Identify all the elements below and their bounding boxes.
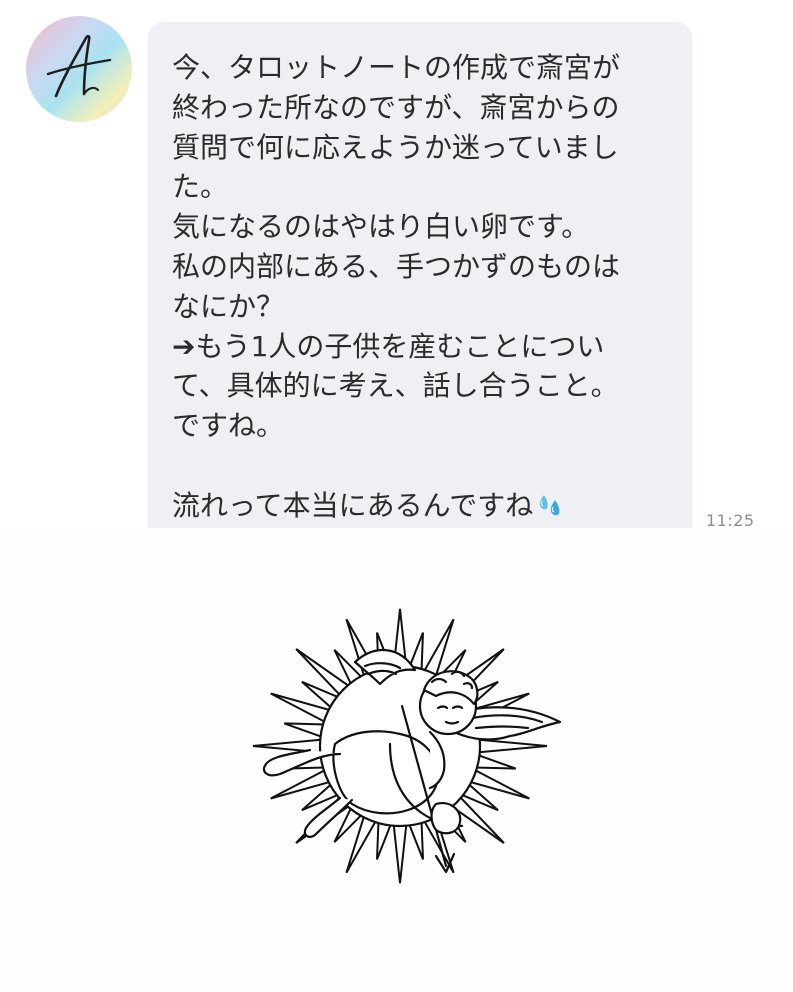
message-bubble[interactable]: 今、タロットノートの作成で斎宮が 終わった所なのですが、斎宮からの 質問で何に応… xyxy=(148,22,692,528)
message-line: 終わった所なのですが、斎宮からの xyxy=(172,90,620,124)
message-line: ➔もう1人の子供を産むことについ xyxy=(172,329,605,363)
message-line: 気になるのはやはり白い卵です。 xyxy=(172,210,590,244)
message-line: て、具体的に考え、話し合うこと。 xyxy=(172,369,619,403)
message-timestamp: 11:25 xyxy=(706,511,755,528)
sunburst-ray xyxy=(407,819,424,860)
sunburst-ray xyxy=(476,738,548,754)
chat-area: 今、タロットノートの作成で斎宮が 終わった所なのですが、斎宮からの 質問で何に応… xyxy=(0,0,793,528)
message-line: 私の内部にある、手つかずのものは xyxy=(172,249,621,283)
message-line: 質問で何に応えようか迷っていまし xyxy=(172,130,619,164)
sunburst-ray xyxy=(283,722,327,739)
message-line: ですね。 xyxy=(172,409,285,443)
sweat-droplets-icon xyxy=(535,489,565,528)
avatar-letter-icon xyxy=(46,34,112,98)
sunburst-ray xyxy=(376,819,393,860)
message-line: なにか？ xyxy=(172,289,285,323)
message-line xyxy=(172,446,670,486)
user-avatar[interactable] xyxy=(26,16,132,122)
message-line: た。 xyxy=(172,170,229,204)
sunburst-ray xyxy=(392,822,408,884)
cupid-sunburst-icon xyxy=(240,604,570,894)
message-last-line-row: 流れって本当にあるんですね xyxy=(172,486,670,526)
message-line: 流れって本当にあるんですね xyxy=(172,488,534,522)
page: 今、タロットノートの作成で斎宮が 終わった所なのですが、斎宮からの 質問で何に応… xyxy=(0,0,793,992)
sunburst-ray xyxy=(473,753,517,770)
message-line: 今、タロットノートの作成で斎宮が xyxy=(172,51,621,84)
